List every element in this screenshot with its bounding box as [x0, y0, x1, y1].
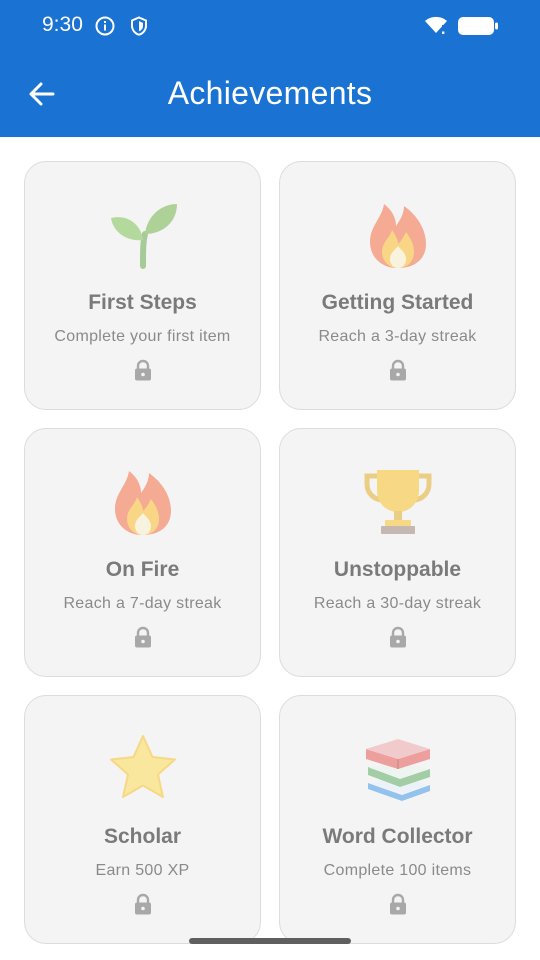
lock-icon [135, 626, 151, 648]
lock-icon [390, 359, 406, 381]
achievement-name: First Steps [88, 291, 197, 314]
achievement-card-scholar[interactable]: Scholar Earn 500 XP [24, 695, 261, 944]
achievement-description: Complete your first item [54, 328, 231, 345]
shield-icon [131, 16, 147, 36]
lock-icon [390, 893, 406, 915]
fire-icon [280, 198, 515, 270]
info-icon [95, 16, 115, 36]
achievement-card-on-fire[interactable]: On Fire Reach a 7-day streak [24, 428, 261, 677]
achievement-description: Earn 500 XP [95, 862, 190, 879]
achievement-description: Reach a 30-day streak [313, 595, 482, 612]
achievement-card-word-collector[interactable]: Word Collector Complete 100 items [279, 695, 516, 944]
status-bar: 9:30 [0, 0, 540, 54]
achievement-name: Word Collector [322, 825, 473, 848]
lock-icon [135, 359, 151, 381]
fire-icon [25, 465, 260, 537]
achievement-name: On Fire [105, 558, 180, 581]
achievement-description: Complete 100 items [323, 862, 472, 879]
trophy-icon [280, 465, 515, 537]
achievement-description: Reach a 7-day streak [63, 595, 222, 612]
wifi-icon [425, 16, 447, 34]
achievement-card-first-steps[interactable]: First Steps Complete your first item [24, 161, 261, 410]
home-indicator[interactable] [189, 938, 351, 944]
achievement-name: Scholar [103, 825, 182, 848]
achievement-name: Unstoppable [333, 558, 462, 581]
star-icon [25, 732, 260, 804]
status-time: 9:30 [42, 13, 83, 36]
seedling-icon [25, 198, 260, 270]
lock-icon [135, 893, 151, 915]
battery-icon [458, 17, 498, 35]
books-icon [280, 732, 515, 804]
achievement-description: Reach a 3-day streak [318, 328, 477, 345]
lock-icon [390, 626, 406, 648]
app-bar: 9:30 Achievements [0, 0, 540, 137]
achievement-card-getting-started[interactable]: Getting Started Reach a 3-day streak [279, 161, 516, 410]
achievement-card-unstoppable[interactable]: Unstoppable Reach a 30-day streak [279, 428, 516, 677]
page-title: Achievements [167, 75, 373, 111]
achievement-name: Getting Started [321, 291, 474, 314]
